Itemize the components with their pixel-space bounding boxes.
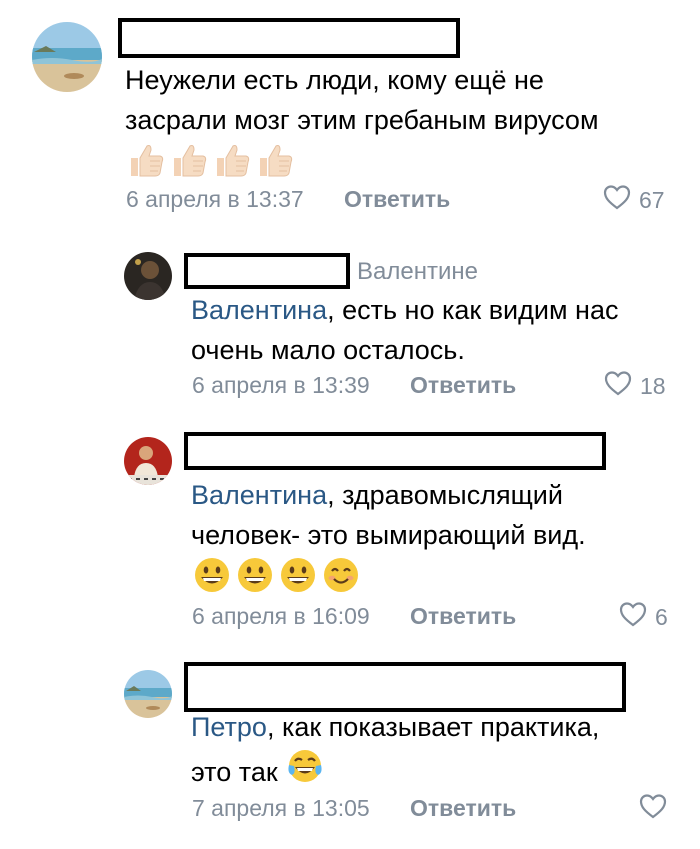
- emoji-row: [127, 142, 294, 178]
- comment-text: Валентина, здравомыслящий человек- это в…: [191, 480, 586, 550]
- avatar[interactable]: [124, 252, 172, 300]
- like-button[interactable]: [639, 793, 667, 825]
- comment-date: 6 апреля в 13:37: [126, 186, 304, 212]
- comment-text: Петро, как показывает практика, это так: [191, 707, 599, 796]
- like-count: 6: [655, 603, 668, 630]
- like-count: 18: [640, 372, 666, 399]
- like-button[interactable]: 67: [603, 184, 665, 216]
- emoji-row: [193, 556, 360, 594]
- comment-text: Валентина, есть но как видим нас очень м…: [191, 295, 619, 365]
- heart-icon: [604, 370, 632, 402]
- thumbs-up-icon: [170, 142, 208, 178]
- author-name-redacted[interactable]: [184, 432, 606, 470]
- thumbs-up-icon: [256, 142, 294, 178]
- heart-icon: [639, 793, 667, 825]
- reply-button[interactable]: Ответить: [344, 186, 450, 213]
- thumbs-up-icon: [127, 142, 165, 178]
- grinning-face-icon: [193, 556, 231, 594]
- avatar[interactable]: [124, 437, 172, 485]
- like-count: 67: [639, 186, 665, 213]
- heart-icon: [603, 184, 631, 216]
- avatar[interactable]: [32, 22, 102, 92]
- mention-link[interactable]: Валентина: [191, 295, 327, 325]
- comment-date: 6 апреля в 13:39: [192, 372, 370, 398]
- avatar[interactable]: [124, 670, 172, 718]
- thumbs-up-icon: [213, 142, 251, 178]
- grinning-face-icon: [236, 556, 274, 594]
- reply-button[interactable]: Ответить: [410, 795, 516, 822]
- grinning-face-icon: [279, 556, 317, 594]
- comment-text: Неужели есть люди, кому ещё не засрали м…: [125, 65, 599, 135]
- author-name-redacted[interactable]: [184, 253, 350, 289]
- comment-date: 7 апреля в 13:05: [192, 795, 370, 821]
- smiling-face-icon: [322, 556, 360, 594]
- mention-link[interactable]: Петро: [191, 712, 267, 742]
- tears-of-joy-icon: [286, 747, 324, 796]
- reply-button[interactable]: Ответить: [410, 372, 516, 399]
- like-button[interactable]: 18: [604, 370, 666, 402]
- heart-icon: [619, 601, 647, 633]
- reply-button[interactable]: Ответить: [410, 603, 516, 630]
- author-name-redacted[interactable]: [118, 18, 460, 58]
- comment-date: 6 апреля в 16:09: [192, 603, 370, 629]
- author-name-redacted[interactable]: [184, 662, 626, 712]
- mention-link[interactable]: Валентина: [191, 480, 327, 510]
- reply-to-label[interactable]: Валентине: [357, 258, 478, 286]
- like-button[interactable]: 6: [619, 601, 668, 633]
